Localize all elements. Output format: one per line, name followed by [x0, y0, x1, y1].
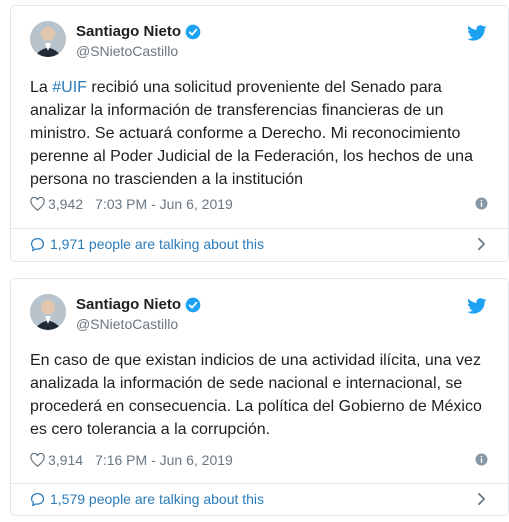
heart-icon[interactable] [30, 453, 45, 467]
timestamp-link[interactable]: 7:16 PM - Jun 6, 2019 [95, 452, 233, 468]
talking-about-text[interactable]: 1,579 people are talking about this [50, 491, 264, 507]
avatar[interactable] [30, 21, 66, 57]
like-count[interactable]: 3,914 [48, 452, 83, 468]
avatar[interactable] [30, 294, 66, 330]
tweet-meta: 3,914 7:16 PM - Jun 6, 2019 [30, 451, 488, 469]
tweet-header: Santiago Nieto @SNietoCastillo [30, 20, 508, 60]
author-handle[interactable]: @SNietoCastillo [76, 43, 201, 59]
twitter-bird-icon[interactable] [467, 298, 487, 314]
author-name[interactable]: Santiago Nieto [76, 23, 181, 40]
info-icon[interactable] [475, 453, 488, 466]
tweet-card-1[interactable]: Santiago Nieto @SNietoCastillo La #UIF r… [10, 5, 509, 262]
author-handle[interactable]: @SNietoCastillo [76, 316, 201, 332]
verified-badge-icon [185, 297, 201, 312]
info-icon[interactable] [475, 197, 488, 210]
twitter-bird-icon[interactable] [467, 25, 487, 41]
heart-icon[interactable] [30, 197, 45, 211]
chevron-right-icon[interactable] [477, 237, 486, 251]
tweet-header: Santiago Nieto @SNietoCastillo [30, 293, 508, 333]
author-block[interactable]: Santiago Nieto @SNietoCastillo [76, 23, 201, 59]
divider [11, 228, 508, 229]
like-count[interactable]: 3,942 [48, 196, 83, 212]
comment-bubble-icon [30, 237, 45, 252]
chevron-right-icon[interactable] [477, 492, 486, 506]
hashtag-link[interactable]: #UIF [52, 79, 87, 96]
verified-badge-icon [185, 24, 201, 39]
talking-about-link[interactable]: 1,971 people are talking about this [30, 234, 486, 254]
comment-bubble-icon [30, 492, 45, 507]
author-name[interactable]: Santiago Nieto [76, 296, 181, 313]
tweet-card-2[interactable]: Santiago Nieto @SNietoCastillo En caso d… [10, 278, 509, 516]
talking-about-text[interactable]: 1,971 people are talking about this [50, 236, 264, 252]
tweet-meta: 3,942 7:03 PM - Jun 6, 2019 [30, 195, 488, 213]
tweet-text: En caso de que existan indicios de una a… [30, 352, 482, 438]
tweet-text: La #UIF recibió una solicitud provenient… [30, 79, 473, 188]
timestamp-link[interactable]: 7:03 PM - Jun 6, 2019 [95, 196, 233, 212]
divider [11, 483, 508, 484]
author-block[interactable]: Santiago Nieto @SNietoCastillo [76, 296, 201, 332]
talking-about-link[interactable]: 1,579 people are talking about this [30, 489, 486, 509]
